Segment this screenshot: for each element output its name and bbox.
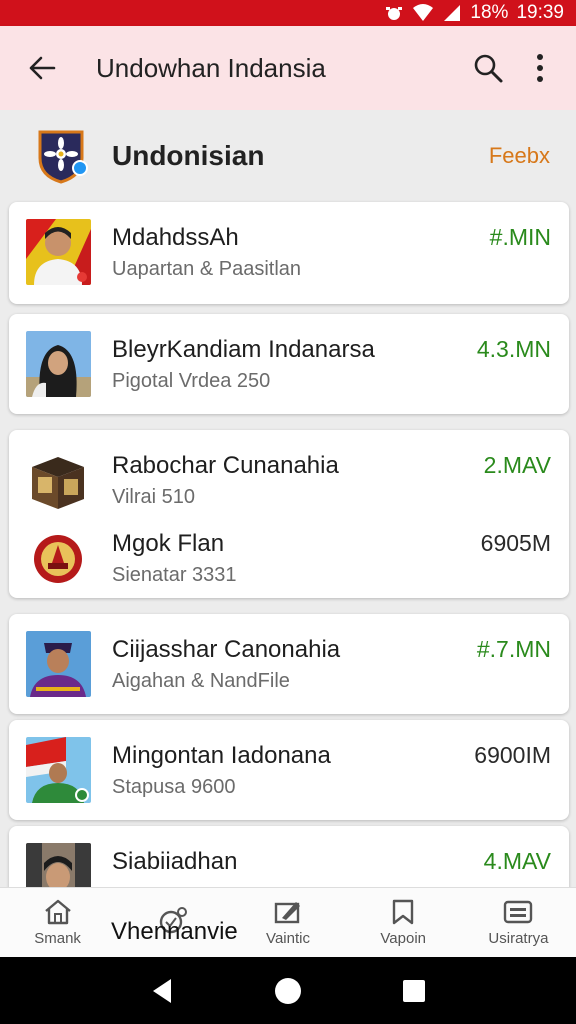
search-button[interactable] [466,46,510,90]
more-vert-icon [537,54,543,82]
item-title: BleyrKandiam Indanarsa [112,336,375,363]
nav-home[interactable]: Smank [0,888,115,957]
item-title: MdahdssAh [112,224,239,251]
item-value: #.7.MN [476,636,551,662]
channel-header: Undonisian Feebx [0,110,576,202]
home-icon [44,899,71,925]
item-subtitle: Stapusa 9600 [112,776,236,798]
nav-label: Vaintic [266,930,310,947]
back-button[interactable] [24,50,60,86]
overlay-text: Vhennanvie [111,918,238,945]
nav-label: Vapoin [380,930,426,947]
list-item[interactable]: Mingontan Iadonana Stapusa 9600 6900IM [9,720,569,820]
list-card: BleyrKandiam Indanarsa Pigotal Vrdea 250… [9,314,569,414]
person-costume-thumbnail [26,631,91,697]
clock: 19:39 [516,2,564,23]
item-title: Mgok Flan [112,530,225,557]
item-value: #.MIN [489,224,551,250]
item-value: 4.MAV [483,848,551,874]
item-subtitle: Vilrai 510 [112,486,196,508]
item-subtitle: Uapartan & Paasitlan [112,258,302,280]
signal-icon [442,4,462,22]
notification-bug-icon [384,4,404,22]
item-subtitle: Aigahan & NandFile [112,670,290,692]
app-bar: Undowhan Indansia [0,26,576,110]
home-circle-icon[interactable] [273,976,303,1006]
nav-bookmarks[interactable]: Vapoin [346,888,461,957]
bottom-navigation: Smank Vaintic Vapoin Usiratrya [0,887,576,957]
list-item[interactable]: Mgok Flan Sienatar 3331 6905M [9,508,569,608]
list-item[interactable]: MdahdssAh Uapartan & Paasitlan #.MIN [9,202,569,302]
back-triangle-icon[interactable] [149,977,175,1005]
battery-percent: 18% [470,2,509,23]
item-value: 4.3.MN [476,336,551,362]
nav-edit[interactable]: Vaintic [230,888,345,957]
list-card: Ciijasshar Canonahia Aigahan & NandFile … [9,614,569,714]
verified-badge-icon [72,160,88,176]
feedback-button[interactable]: Feebx [489,143,550,169]
channel-name: Undonisian [112,140,265,171]
system-navigation-bar [0,957,576,1024]
item-value: 6905M [480,530,551,556]
wifi-icon [412,4,434,22]
search-icon [474,54,503,83]
arrow-left-icon [29,56,56,80]
edit-icon [274,902,300,924]
card-icon [504,900,533,924]
nav-label: Smank [34,930,81,947]
item-title: Ciijasshar Canonahia [112,636,341,663]
item-subtitle: Sienatar 3331 [112,564,237,586]
woman-hijab-thumbnail [26,331,91,397]
list-item[interactable]: Ciijasshar Canonahia Aigahan & NandFile … [9,614,569,714]
list-card: MdahdssAh Uapartan & Paasitlan #.MIN [9,202,569,304]
box-object-thumbnail [26,447,91,513]
item-title: Mingontan Iadonana [112,742,331,769]
shield-crest-icon [38,128,88,184]
person-avatar-thumbnail [26,219,91,285]
emblem-seal-thumbnail [26,525,91,591]
list-card: Rabochar Cunanahia Vilrai 510 2.MAV Mgok… [9,430,569,598]
page-title: Undowhan Indansia [96,52,326,83]
list-item[interactable]: BleyrKandiam Indanarsa Pigotal Vrdea 250… [9,314,569,414]
recents-square-icon[interactable] [401,978,427,1004]
item-title: Rabochar Cunanahia [112,452,339,479]
item-subtitle: Pigotal Vrdea 250 [112,370,271,392]
nav-account[interactable]: Usiratrya [461,888,576,957]
person-flag-thumbnail [26,737,91,803]
nav-label: Usiratrya [488,930,549,947]
status-bar: 18% 19:39 [0,0,576,26]
bookmark-icon [393,899,414,925]
item-value: 2.MAV [483,452,551,478]
item-value: 6900IM [474,742,551,768]
more-options-button[interactable] [518,46,562,90]
list-card: Mingontan Iadonana Stapusa 9600 6900IM [9,720,569,820]
item-title: Siabiiadhan [112,848,238,875]
